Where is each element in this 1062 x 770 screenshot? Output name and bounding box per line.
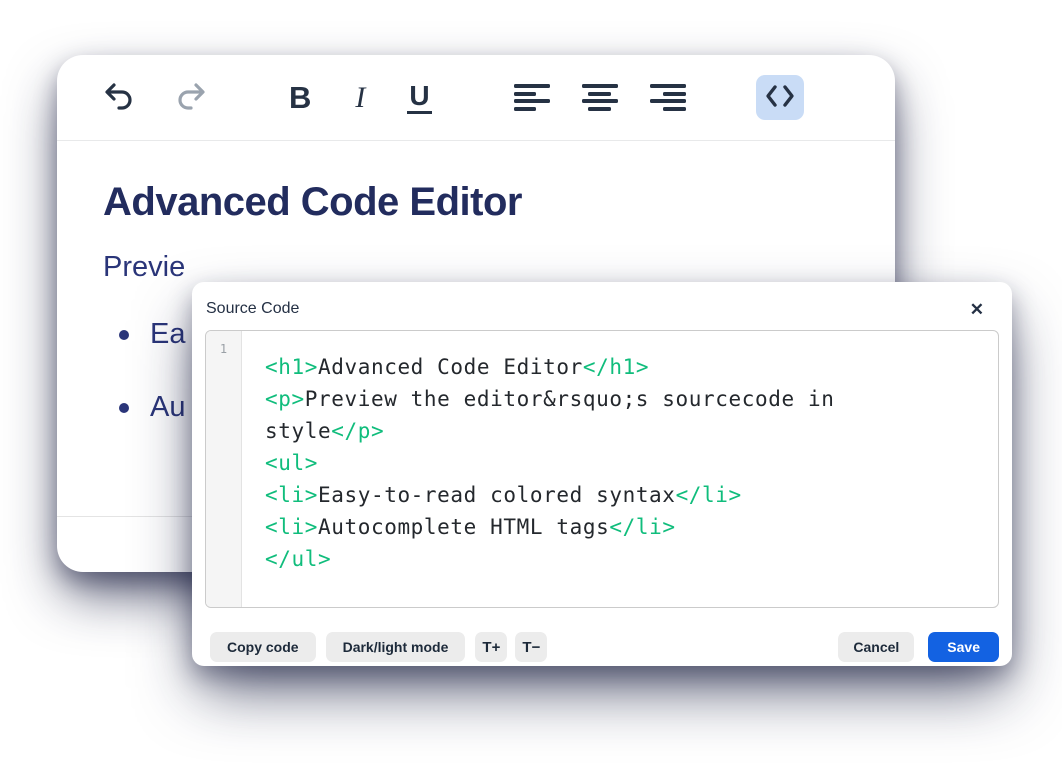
code-editor[interactable]: 1 <h1>Advanced Code Editor</h1><p>Previe… bbox=[205, 330, 999, 608]
bold-button[interactable]: B bbox=[289, 80, 311, 116]
document-heading: Advanced Code Editor bbox=[103, 180, 849, 225]
underline-button[interactable]: U bbox=[407, 81, 431, 114]
font-size-increase-button[interactable]: T+ bbox=[475, 632, 507, 662]
code-line: <li>Easy-to-read colored syntax</li> bbox=[265, 479, 974, 511]
align-center-icon bbox=[582, 84, 618, 111]
code-line: <h1>Advanced Code Editor</h1> bbox=[265, 351, 974, 383]
dialog-title: Source Code bbox=[206, 294, 299, 318]
redo-button[interactable] bbox=[175, 82, 207, 113]
code-line: </ul> bbox=[265, 543, 974, 575]
dialog-header: Source Code ✕ bbox=[205, 282, 999, 330]
undo-icon bbox=[103, 82, 135, 113]
document-paragraph: Previe bbox=[103, 251, 849, 284]
editor-toolbar: B I U bbox=[57, 55, 895, 140]
undo-button[interactable] bbox=[103, 82, 135, 113]
italic-button[interactable]: I bbox=[355, 81, 365, 115]
redo-icon bbox=[175, 82, 207, 113]
code-line: <p>Preview the editor&rsquo;s sourcecode… bbox=[265, 383, 974, 415]
font-size-decrease-button[interactable]: T− bbox=[515, 632, 547, 662]
dark-light-mode-button[interactable]: Dark/light mode bbox=[326, 632, 466, 662]
dialog-footer: Copy code Dark/light mode T+ T− Cancel S… bbox=[205, 632, 999, 662]
page-background: B I U bbox=[0, 0, 1062, 770]
align-center-button[interactable] bbox=[582, 84, 618, 111]
code-line: <li>Autocomplete HTML tags</li> bbox=[265, 511, 974, 543]
source-code-button[interactable] bbox=[756, 75, 804, 120]
line-number-gutter: 1 bbox=[206, 331, 242, 607]
align-left-button[interactable] bbox=[514, 84, 550, 111]
code-line: style</p> bbox=[265, 415, 974, 447]
toolbar-divider bbox=[57, 140, 895, 141]
code-line: <ul> bbox=[265, 447, 974, 479]
align-right-button[interactable] bbox=[650, 84, 686, 111]
align-left-icon bbox=[514, 84, 550, 111]
copy-code-button[interactable]: Copy code bbox=[210, 632, 316, 662]
save-button[interactable]: Save bbox=[928, 632, 999, 662]
align-right-icon bbox=[650, 84, 686, 111]
code-text-area[interactable]: <h1>Advanced Code Editor</h1><p>Preview … bbox=[242, 331, 998, 607]
line-number: 1 bbox=[220, 342, 227, 356]
cancel-button[interactable]: Cancel bbox=[838, 632, 914, 662]
code-brackets-icon bbox=[764, 82, 796, 113]
source-code-dialog: Source Code ✕ 1 <h1>Advanced Code Editor… bbox=[192, 282, 1012, 666]
close-icon[interactable]: ✕ bbox=[970, 295, 998, 318]
